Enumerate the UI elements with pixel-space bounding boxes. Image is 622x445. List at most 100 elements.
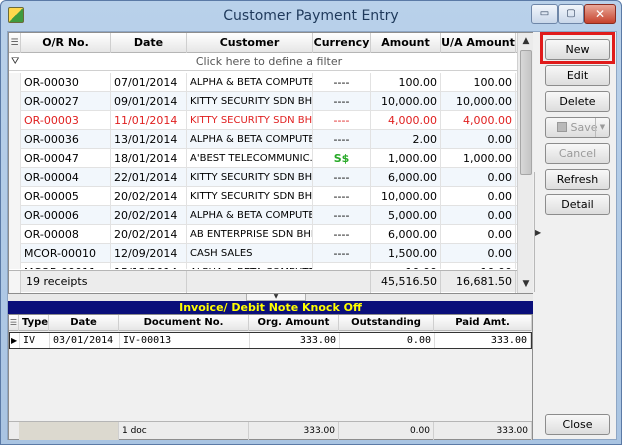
- receipts-grid[interactable]: ☰ O/R No. Date Customer Currency Amount …: [8, 32, 533, 294]
- cell-amount: 10,000.00: [371, 187, 441, 206]
- cell-date: 11/01/2014: [111, 111, 187, 130]
- ko-date: 03/01/2014: [50, 333, 120, 348]
- column-header-date[interactable]: Date: [111, 33, 187, 53]
- table-row[interactable]: MCOR-0001115/12/2014ALPHA & BETA COMPUTE…: [9, 263, 517, 269]
- close-button[interactable]: Close: [545, 414, 610, 435]
- knockoff-footer: 1 doc 333.00 0.00 333.00: [9, 421, 532, 440]
- scroll-up-icon[interactable]: ▲: [518, 33, 534, 49]
- cell-amount: 1,000.00: [371, 149, 441, 168]
- filter-row[interactable]: ⛛ Click here to define a filter: [9, 54, 517, 71]
- panel-splitter[interactable]: ▼: [8, 294, 533, 301]
- minimize-button[interactable]: ▭: [531, 4, 558, 24]
- table-row[interactable]: OR-00006 20/02/2014 ALPHA & BETA COMPUTER -…: [9, 206, 517, 225]
- cell-currency: ----: [313, 244, 371, 263]
- column-chooser-icon[interactable]: ☰: [9, 33, 21, 53]
- row-pointer-icon: ▶: [10, 333, 20, 348]
- new-button[interactable]: New: [545, 39, 610, 60]
- row-indicator: [9, 149, 21, 168]
- ko-column-paid-amt[interactable]: Paid Amt.: [434, 315, 532, 331]
- cell-amount: 1,500.00: [371, 244, 441, 263]
- cell-or-no: MCOR-00011: [21, 263, 111, 269]
- grid-header: ☰ O/R No. Date Customer Currency Amount …: [9, 33, 517, 53]
- table-row[interactable]: OR-00004 22/01/2014 KITTY SECURITY SDN BHD…: [9, 168, 517, 187]
- knockoff-grid[interactable]: ☰ Type Date Document No. Org. Amount Out…: [8, 314, 533, 440]
- close-window-button[interactable]: ✕: [584, 4, 616, 24]
- column-header-customer[interactable]: Customer: [187, 33, 313, 53]
- knockoff-header: ☰ Type Date Document No. Org. Amount Out…: [9, 315, 532, 331]
- cell-or-no: OR-00047: [21, 149, 111, 168]
- table-row[interactable]: OR-00047 18/01/2014 A'BEST TELECOMMUNIC...…: [9, 149, 517, 168]
- splitter-grip-icon[interactable]: ▼: [246, 294, 306, 301]
- table-row[interactable]: OR-00036 13/01/2014 ALPHA & BETA COMPUTER -…: [9, 130, 517, 149]
- cell-date: 22/01/2014: [111, 168, 187, 187]
- cell-customer: AB ENTERPRISE SDN BHD: [187, 225, 313, 244]
- column-header-ua-amount[interactable]: U/A Amount: [441, 33, 516, 53]
- cell-amount: 10,000.00: [371, 92, 441, 111]
- column-header-or-no[interactable]: O/R No.: [21, 33, 111, 53]
- ko-document-no: IV-00013: [120, 333, 250, 348]
- filter-placeholder[interactable]: Click here to define a filter: [21, 55, 517, 68]
- row-indicator: [9, 244, 21, 263]
- cell-customer: ALPHA & BETA COMPUTER: [187, 206, 313, 225]
- save-button[interactable]: Save ▼: [545, 117, 610, 138]
- knockoff-title: Invoice/ Debit Note Knock Off: [8, 301, 533, 314]
- detail-button[interactable]: Detail: [545, 194, 610, 215]
- grid-rows: OR-00030 07/01/2014 ALPHA & BETA COMPUTER -…: [9, 73, 517, 269]
- cell-customer: KITTY SECURITY SDN BHD: [187, 168, 313, 187]
- table-row[interactable]: OR-00003 11/01/2014 KITTY SECURITY SDN BHD…: [9, 111, 517, 130]
- scroll-thumb[interactable]: [520, 50, 532, 175]
- cell-ua-amount: 0.00: [441, 168, 516, 187]
- delete-button[interactable]: Delete: [545, 91, 610, 112]
- cell-currency: ----: [313, 130, 371, 149]
- table-row[interactable]: OR-00030 07/01/2014 ALPHA & BETA COMPUTER -…: [9, 73, 517, 92]
- cell-or-no: OR-00004: [21, 168, 111, 187]
- cell-ua-amount: 10.00: [441, 263, 516, 269]
- ko-column-outstanding[interactable]: Outstanding: [339, 315, 434, 331]
- collapse-arrow-icon[interactable]: ▶: [535, 228, 541, 237]
- cell-amount: 6,000.00: [371, 168, 441, 187]
- ko-column-org-amount[interactable]: Org. Amount: [249, 315, 339, 331]
- table-row[interactable]: OR-00027 09/01/2014 KITTY SECURITY SDN BHD…: [9, 92, 517, 111]
- cell-ua-amount: 0.00: [441, 206, 516, 225]
- cell-currency: ----: [313, 111, 371, 130]
- cell-amount: 2.00: [371, 130, 441, 149]
- cell-customer: ALPHA & BETA COMPUTER: [187, 263, 313, 269]
- cell-or-no: OR-00027: [21, 92, 111, 111]
- refresh-button[interactable]: Refresh: [545, 169, 610, 190]
- cancel-button[interactable]: Cancel: [545, 143, 610, 164]
- knockoff-column-chooser-icon[interactable]: ☰: [9, 315, 19, 331]
- ko-doc-count: 1 doc: [119, 422, 249, 440]
- scroll-down-icon[interactable]: ▼: [518, 276, 534, 292]
- column-header-currency[interactable]: Currency: [313, 33, 371, 53]
- cell-date: 15/12/2014: [111, 263, 187, 269]
- maximize-button[interactable]: ▢: [558, 4, 584, 24]
- table-row[interactable]: OR-00005 20/02/2014 KITTY SECURITY SDN BHD…: [9, 187, 517, 206]
- cell-or-no: MCOR-00010: [21, 244, 111, 263]
- cell-customer: KITTY SECURITY SDN BHD: [187, 92, 313, 111]
- column-header-amount[interactable]: Amount: [371, 33, 441, 53]
- table-row[interactable]: MCOR-00010 12/09/2014 CASH SALES ---- 1,500.…: [9, 244, 517, 263]
- row-indicator: [9, 92, 21, 111]
- cell-currency: ----: [313, 263, 371, 269]
- ko-column-document-no[interactable]: Document No.: [119, 315, 249, 331]
- ko-footer-blank: [19, 422, 119, 440]
- ko-paid-amount[interactable]: 333.00: [435, 333, 531, 348]
- edit-button[interactable]: Edit: [545, 65, 610, 86]
- save-dropdown-icon[interactable]: ▼: [595, 118, 609, 137]
- knockoff-row[interactable]: ▶ IV 03/01/2014 IV-00013 333.00 0.00 333…: [9, 332, 532, 349]
- grid-vertical-scrollbar[interactable]: ▲ ▼: [517, 33, 533, 293]
- cell-ua-amount: 10,000.00: [441, 92, 516, 111]
- ko-column-date[interactable]: Date: [49, 315, 119, 331]
- row-indicator: [9, 111, 21, 130]
- table-row[interactable]: OR-00008 20/02/2014 AB ENTERPRISE SDN BHD -…: [9, 225, 517, 244]
- cell-date: 07/01/2014: [111, 73, 187, 92]
- footer-amount-total: 45,516.50: [371, 271, 441, 293]
- customer-payment-window: Customer Payment Entry ▭ ▢ ✕ ☰ O/R No. D…: [0, 0, 622, 445]
- title-bar: Customer Payment Entry ▭ ▢ ✕: [1, 1, 621, 31]
- cell-ua-amount: 0.00: [441, 130, 516, 149]
- cell-currency: S$: [313, 149, 371, 168]
- cell-amount: 100.00: [371, 73, 441, 92]
- ko-org-amount: 333.00: [250, 333, 340, 348]
- ko-column-type[interactable]: Type: [19, 315, 49, 331]
- row-indicator: [9, 168, 21, 187]
